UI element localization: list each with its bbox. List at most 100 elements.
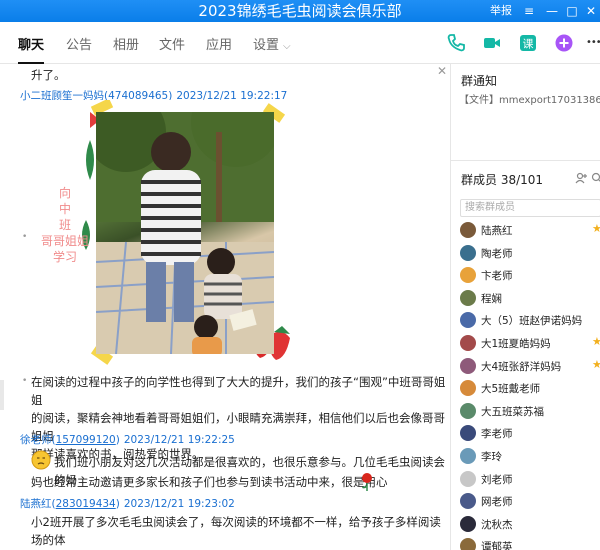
- member-name: 陶老师: [481, 247, 513, 260]
- avatar: [460, 222, 476, 238]
- avatar: [460, 515, 476, 532]
- add-member-icon[interactable]: [575, 172, 587, 184]
- member-item[interactable]: 陆燕红 ★: [451, 220, 600, 242]
- message-text: 升了。: [31, 68, 66, 82]
- homework-label: 课: [523, 38, 534, 51]
- tab-files[interactable]: 文件: [159, 22, 185, 64]
- video-call-icon[interactable]: [482, 33, 502, 53]
- member-item[interactable]: 沈秋杰: [451, 514, 600, 536]
- admin-star-icon: ★: [592, 357, 600, 371]
- tab-apps[interactable]: 应用: [206, 22, 232, 64]
- add-app-icon[interactable]: [554, 33, 574, 53]
- member-item[interactable]: 卞老师: [451, 265, 600, 287]
- group-notice-title[interactable]: 群通知: [461, 72, 497, 89]
- avatar: [460, 402, 476, 419]
- avatar: [460, 335, 476, 351]
- member-name: 大1班夏皓妈妈: [481, 338, 551, 350]
- member-name: 网老师: [481, 496, 513, 509]
- member-item[interactable]: 大4班张舒洋妈妈 ★: [451, 356, 600, 378]
- avatar: [460, 425, 476, 442]
- search-member-icon[interactable]: [591, 172, 600, 184]
- avatar: [460, 357, 476, 374]
- member-search-input[interactable]: 搜索群成员: [460, 199, 600, 217]
- sender-qq[interactable]: 283019434: [56, 498, 116, 510]
- close-button[interactable]: ✕: [583, 0, 599, 22]
- message-image[interactable]: 向 中 班 哥哥姐姐 学习: [34, 100, 296, 366]
- photo-scene: [96, 112, 274, 354]
- caption-line: 哥哥姐姐: [40, 234, 89, 248]
- avatar: [460, 312, 476, 329]
- avatar: [460, 289, 476, 306]
- emoji-icon: [31, 450, 51, 470]
- sender-name[interactable]: 陆燕红: [20, 498, 52, 510]
- member-item[interactable]: 李玲: [451, 446, 600, 468]
- chat-area: ✕ 升了。 小二班顾笙一妈妈(474089465) 2023/12/21 19:2…: [0, 64, 450, 550]
- member-item[interactable]: 刘老师: [451, 469, 600, 491]
- avatar: [460, 493, 476, 510]
- tab-announcement[interactable]: 公告: [66, 22, 92, 64]
- menu-icon[interactable]: ≡: [521, 0, 537, 22]
- member-item[interactable]: 陶老师: [451, 243, 600, 265]
- message-time: 2023/12/21 19:23:02: [123, 498, 235, 510]
- member-name: 刘老师: [481, 473, 513, 486]
- member-item[interactable]: 大1班夏皓妈妈 ★: [451, 333, 600, 355]
- phone-icon[interactable]: [446, 33, 466, 53]
- member-item[interactable]: 谭郁英: [451, 536, 600, 550]
- more-icon[interactable]: •••: [586, 33, 600, 53]
- scroll-handle[interactable]: [0, 380, 4, 410]
- member-name: 谭郁英: [481, 541, 513, 550]
- member-item[interactable]: 李老师: [451, 423, 600, 445]
- minimize-button[interactable]: —: [544, 0, 560, 22]
- title-bar: 2023锦绣毛毛虫阅读会俱乐部 举报 ≡ — □ ✕: [0, 0, 600, 22]
- tab-bar: 聊天 公告 相册 文件 应用 设置 ⌵ 课 •••: [0, 22, 600, 64]
- message-text: 小2班开展了多次毛毛虫阅读会了，每次阅读的环境都不一样，给予孩子多样阅读场的体 …: [31, 513, 450, 550]
- admin-star-icon: ★: [592, 335, 600, 348]
- maximize-button[interactable]: □: [564, 0, 580, 22]
- member-item[interactable]: 大五班菜苏福: [451, 401, 600, 423]
- member-item[interactable]: 大5班戴老师: [451, 378, 600, 400]
- sender-name[interactable]: 徐老师: [20, 434, 52, 446]
- close-icon[interactable]: ✕: [437, 64, 447, 78]
- bullet-icon: •: [22, 376, 28, 386]
- text-line: 在阅读的过程中孩子的向学性也得到了大大的提升，我们的孩子“围观”中班哥哥姐姐: [31, 375, 446, 407]
- avatar: [460, 448, 476, 464]
- members-title: 群成员 38/101: [461, 173, 544, 187]
- member-name: 陆燕红: [481, 225, 513, 237]
- avatar: [460, 380, 476, 397]
- member-name: 李玲: [481, 451, 502, 463]
- report-link[interactable]: 举报: [490, 0, 512, 22]
- side-panel: 群通知 【文件】mmexport1703138613... 群成员 38/101…: [450, 64, 600, 550]
- avatar: [460, 538, 476, 550]
- message-time: 2023/12/21 19:22:25: [123, 434, 235, 446]
- caption-line: 向: [58, 186, 71, 200]
- image-caption: 向 中 班 哥哥姐姐 学习: [36, 185, 94, 265]
- message-text: 在阅读的过程中孩子的向学性也得到了大大的提升，我们的孩子“围观”中班哥哥姐姐 的…: [31, 373, 450, 463]
- member-name: 大4班张舒洋妈妈: [481, 360, 562, 373]
- admin-star-icon: ★: [592, 222, 600, 235]
- sender-qq[interactable]: 157099120: [56, 434, 116, 446]
- message-sender: 陆燕红(283019434) 2023/12/21 19:23:02: [20, 498, 235, 510]
- tab-chat[interactable]: 聊天: [18, 22, 45, 64]
- text-line: 小2班开展了多次毛毛虫阅读会了，每次阅读的环境都不一样，给予孩子多样阅读场的体: [31, 515, 441, 547]
- caption-line: 中: [58, 202, 71, 216]
- message-sender: 徐老师(157099120) 2023/12/21 19:22:25: [20, 434, 235, 446]
- group-notice-file[interactable]: 【文件】mmexport1703138613...: [459, 91, 600, 106]
- member-name: 大5班戴老师: [481, 383, 541, 396]
- homework-icon[interactable]: 课: [518, 33, 538, 53]
- divider: [451, 160, 600, 161]
- member-name: 大五班菜苏福: [481, 405, 544, 418]
- member-item[interactable]: 程娴: [451, 288, 600, 310]
- avatar: [460, 470, 476, 487]
- member-name: 沈秋杰: [481, 518, 513, 531]
- member-name: 卞老师: [481, 270, 513, 283]
- bullet-icon: •: [22, 232, 28, 242]
- tab-album[interactable]: 相册: [113, 22, 139, 64]
- tab-settings[interactable]: 设置 ⌵: [253, 22, 291, 64]
- text-line: 妈也经常主动邀请更多家长和孩子们也参与到读书活动中来，很是用心: [31, 475, 388, 489]
- chevron-down-icon: ⌵: [283, 41, 291, 52]
- member-name: 李老师: [481, 428, 513, 441]
- tab-settings-label: 设置: [253, 38, 280, 53]
- member-item[interactable]: 网老师: [451, 491, 600, 513]
- member-name: 大（5）班赵伊诺妈妈: [481, 315, 583, 328]
- member-item[interactable]: 大（5）班赵伊诺妈妈: [451, 310, 600, 332]
